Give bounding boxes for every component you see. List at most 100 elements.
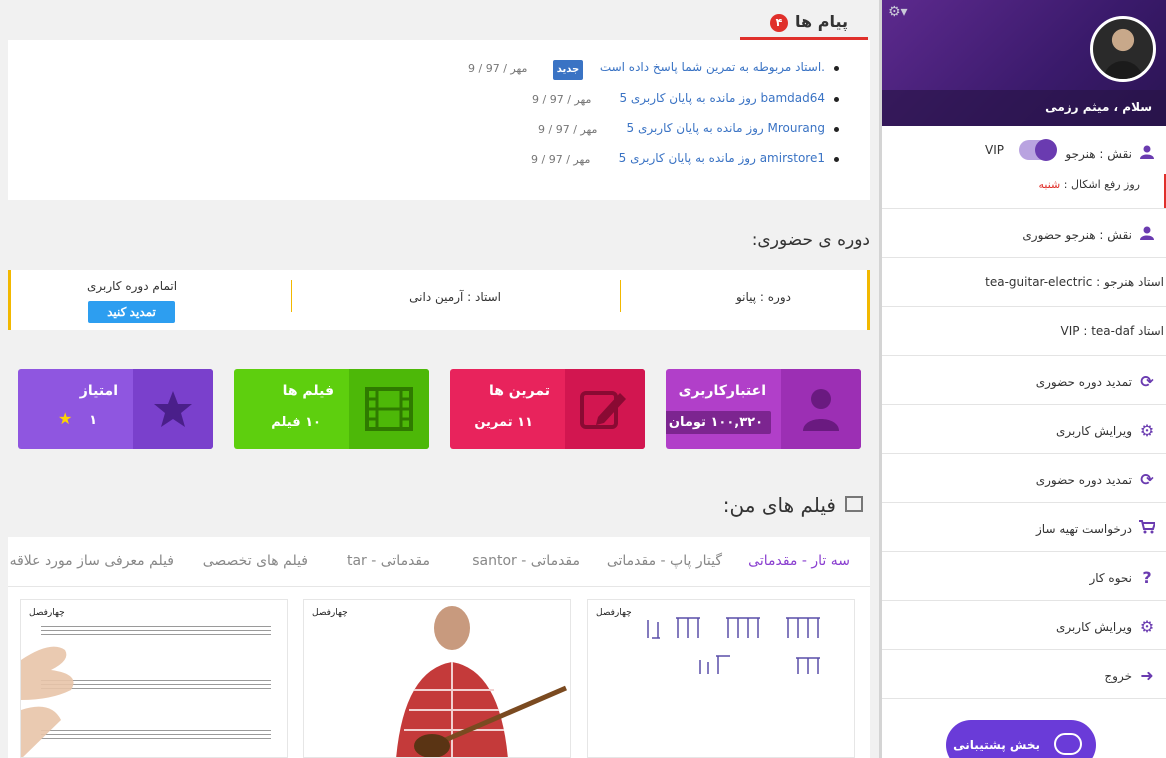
user-icon (1138, 144, 1156, 163)
renew-button[interactable]: تمدید کنید (88, 301, 175, 323)
sidebar-item-label: خروج (1104, 668, 1132, 683)
message-date: 9 / مهر / 97 (538, 123, 598, 136)
teacher-name: استاد : آرمین دانی (409, 290, 501, 304)
user-icon (781, 369, 861, 449)
sidebar-item-role-vip: نقش : هنرجو VIP روز رفع اشکال : شنبه (882, 126, 1166, 209)
gear-icon: ⚙ (1139, 617, 1155, 636)
message-link[interactable]: 5 روز مانده به پایان کاربری Mrourang (627, 121, 826, 135)
message-link[interactable]: استاد مربوطه به تمرین شما پاسخ داده است. (600, 60, 825, 74)
message-date: 9 / مهر / 97 (468, 62, 528, 75)
tab-intro[interactable]: فیلم معرفی ساز مورد علاقه (10, 553, 174, 569)
sidebar-item-instrument-request[interactable]: درخواست تهیه ساز (882, 503, 1166, 552)
avatar (1090, 16, 1156, 82)
sidebar-item-label: نحوه کار (1089, 570, 1132, 585)
sidebar: ⚙▾ سلام ، میثم رزمی نقش : هنرجو VIP روز … (879, 0, 1166, 758)
inperson-title: دوره ی حضوری: (751, 230, 870, 250)
sidebar-item-howto[interactable]: ? نحوه کار (882, 552, 1166, 601)
new-badge: جدید (553, 60, 583, 80)
profile-header: ⚙▾ سلام ، میثم رزمی (882, 0, 1166, 126)
messages-tab[interactable]: پیام ها ۴ (740, 8, 868, 40)
sidebar-item-label: ویرایش کاربری (1055, 619, 1132, 634)
sidebar-item-role-inperson: نقش : هنرجو حضوری (882, 209, 1166, 258)
film-thumbnail[interactable]: چهارفصل (20, 599, 288, 758)
message-link[interactable]: 5 روز مانده به پایان کاربری bamdad64 (619, 91, 825, 105)
sidebar-item-label: استاد VIP : tea-daf (1060, 324, 1164, 338)
question-icon: ? (1142, 568, 1152, 587)
cart-icon (1138, 519, 1157, 538)
sidebar-item-renew[interactable]: ⟳ تمدید دوره حضوری (882, 356, 1166, 405)
exercises-title: تمرین ها (488, 383, 550, 399)
logout-icon: ➜ (1140, 666, 1154, 685)
message-link[interactable]: 5 روز مانده به پایان کاربری amirstore1 (619, 151, 825, 165)
divider (620, 280, 621, 312)
refresh-icon: ⟳ (1140, 470, 1154, 489)
greeting: سلام ، میثم رزمی (1045, 100, 1152, 114)
score-value: ۱ (89, 413, 97, 428)
tab-tar[interactable]: tar - مقدماتی (347, 553, 430, 569)
exercises-value: ۱۱ تمرین (474, 415, 533, 430)
holiday-row: روز رفع اشکال : شنبه (1038, 178, 1140, 191)
chat-icon (1054, 733, 1082, 755)
end-label: اتمام دوره کاربری (87, 279, 178, 293)
bullet-icon (834, 97, 839, 102)
tab-guitar[interactable]: گیتار پاپ - مقدماتی (607, 553, 722, 569)
musician-image (396, 606, 567, 757)
sidebar-item-label: نقش : هنرجو حضوری (1022, 227, 1132, 242)
messages-count-badge: ۴ (770, 14, 788, 32)
score-card[interactable]: امتیاز ۱ ★ (18, 369, 213, 449)
holiday-day: شنبه (1038, 178, 1061, 191)
film-tabs: سه تار - مقدماتی گیتار پاپ - مقدماتی san… (8, 537, 870, 587)
message-date: 9 / مهر / 97 (531, 153, 591, 166)
greeting-bar: سلام ، میثم رزمی (882, 90, 1166, 126)
credit-value: ۱۰۰,۳۲۰ تومان (666, 411, 771, 434)
tab-setar[interactable]: سه تار - مقدماتی (748, 553, 850, 569)
tab-specialized[interactable]: فیلم های تخصصی (203, 553, 308, 569)
bullet-icon (834, 66, 839, 71)
sidebar-item-label: درخواست تهیه ساز (1036, 521, 1132, 536)
films-card[interactable]: فیلم ها ۱۰ فیلم (234, 369, 429, 449)
sidebar-item-renew[interactable]: ⟳ تمدید دوره حضوری (882, 454, 1166, 503)
sidebar-item-label: ویرایش کاربری (1055, 423, 1132, 438)
messages-panel: استاد مربوطه به تمرین شما پاسخ داده است.… (8, 40, 870, 200)
films-panel: سه تار - مقدماتی گیتار پاپ - مقدماتی san… (8, 537, 870, 758)
sidebar-item-label: استاد هنرجو : tea-guitar-electric (985, 275, 1164, 289)
sidebar-item-teacher: استاد هنرجو : tea-guitar-electric (882, 258, 1166, 307)
tab-santor[interactable]: santor - مقدماتی (472, 553, 580, 569)
film-thumbnail[interactable]: چهارفصل (587, 599, 855, 758)
bullet-icon (834, 157, 839, 162)
course-name: دوره : پیانو (735, 290, 791, 304)
divider (291, 280, 292, 312)
film-icon (349, 369, 429, 449)
support-button[interactable]: بخش پشتیبانی (946, 720, 1096, 758)
exercises-card[interactable]: تمرین ها ۱۱ تمرین (450, 369, 645, 449)
settings-gear-icon[interactable]: ⚙▾ (888, 4, 908, 20)
notation-icon (647, 617, 820, 674)
films-stat-value: ۱۰ فیلم (271, 415, 321, 430)
vip-toggle[interactable] (1019, 139, 1057, 161)
credit-card[interactable]: اعتبارکاربری ۱۰۰,۳۲۰ تومان (666, 369, 861, 449)
bullet-icon (834, 127, 839, 132)
messages-title: پیام ها (795, 12, 848, 31)
refresh-icon: ⟳ (1140, 372, 1154, 391)
films-title: فیلم های من: (722, 493, 836, 517)
holiday-label: روز رفع اشکال : (1063, 178, 1140, 191)
sidebar-item-edit[interactable]: ⚙ ویرایش کاربری (882, 405, 1166, 454)
role-label: نقش : هنرجو (1065, 146, 1132, 161)
film-thumbnail[interactable]: چهارفصل (303, 599, 571, 758)
support-label: بخش پشتیبانی (953, 738, 1040, 752)
film-icon (845, 496, 863, 512)
gear-icon: ⚙ (1139, 421, 1155, 440)
sidebar-item-vip-teacher: استاد VIP : tea-daf (882, 307, 1166, 356)
credit-title: اعتبارکاربری (678, 383, 766, 399)
star-small-icon: ★ (58, 409, 73, 428)
score-title: امتیاز (79, 383, 118, 399)
sidebar-item-edit[interactable]: ⚙ ویرایش کاربری (882, 601, 1166, 650)
sidebar-item-logout[interactable]: ➜ خروج (882, 650, 1166, 699)
sidebar-item-label: تمدید دوره حضوری (1035, 472, 1132, 487)
inperson-card: دوره : پیانو استاد : آرمین دانی اتمام دو… (8, 270, 870, 330)
message-date: 9 / مهر / 97 (532, 93, 592, 106)
vip-label: VIP (985, 143, 1004, 157)
hand-image (21, 646, 74, 757)
sidebar-item-label: تمدید دوره حضوری (1035, 374, 1132, 389)
edit-icon (565, 369, 645, 449)
